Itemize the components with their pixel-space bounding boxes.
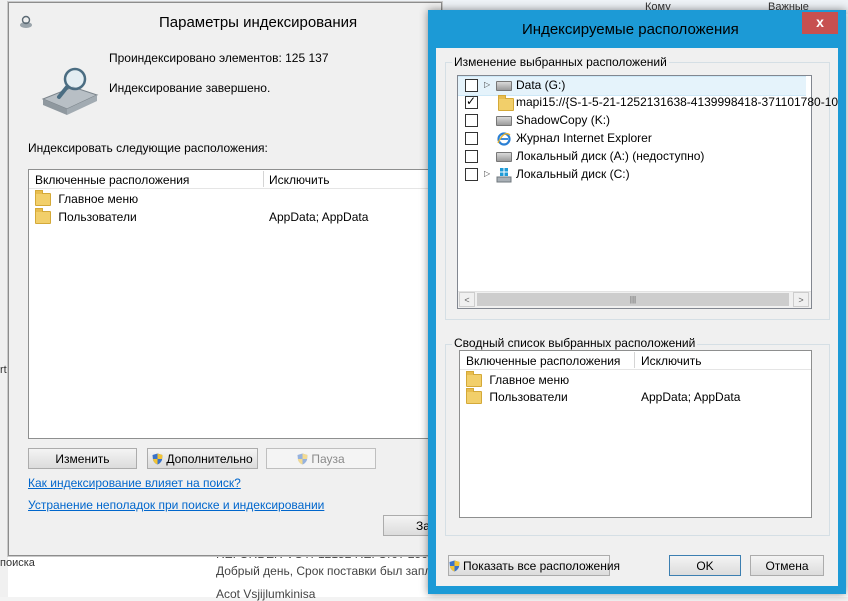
advanced-button-label: Дополнительно <box>166 452 253 466</box>
location-exclude: AppData; AppData <box>269 210 369 224</box>
expand-arrow-icon[interactable]: ▷ <box>484 80 490 89</box>
ok-button-label: OK <box>696 559 714 573</box>
tree-item-shadowcopy[interactable]: ShadowCopy (K:) <box>458 112 806 130</box>
tree-item-data-g[interactable]: ▷ Data (G:) <box>458 76 806 96</box>
modify-button[interactable]: Изменить <box>28 448 137 469</box>
location-checkbox-checked[interactable] <box>465 94 478 109</box>
location-checkbox[interactable] <box>465 79 478 92</box>
location-exclude: AppData; AppData <box>641 390 741 404</box>
indexing-app-icon <box>20 15 32 28</box>
summary-group-label: Сводный список выбранных расположений <box>452 336 698 350</box>
indexing-options-window: Параметры индексирования Проиндексирован… <box>8 2 443 556</box>
locations-tree[interactable]: ▷ Data (G:) mapi15://{S-1-5-21-125213163… <box>457 75 838 309</box>
indexed-count: Проиндексировано элементов: 125 137 <box>109 51 329 65</box>
location-name: Пользователи <box>58 210 137 224</box>
close-icon: x <box>816 14 824 30</box>
cancel-button[interactable]: Отмена <box>750 555 824 576</box>
location-name: Главное меню <box>58 192 139 206</box>
cancel-button-label: Отмена <box>765 559 809 573</box>
tree-item-label: Журнал Internet Explorer <box>516 131 652 145</box>
show-all-locations-button[interactable]: Показать все расположения <box>448 555 620 576</box>
indexing-status: Индексирование завершено. <box>109 81 271 95</box>
change-locations-label: Изменение выбранных расположений <box>452 55 669 69</box>
background-mail-line: Acot Vsjijlumkinisa <box>216 587 316 601</box>
drive-icon <box>496 81 512 91</box>
drive-icon <box>496 152 512 162</box>
list-item[interactable]: Пользователи AppData; AppData <box>466 388 806 405</box>
location-checkbox[interactable] <box>465 114 478 127</box>
pause-button[interactable]: Пауза <box>266 448 376 469</box>
dialog-title-bar[interactable]: Индексируемые расположения x <box>428 10 846 48</box>
list-header: Включенные расположения Исключить <box>29 170 439 189</box>
list-item[interactable]: Пользователи AppData; AppData <box>35 208 435 225</box>
tree-item-label: Локальный диск (C:) <box>516 167 630 181</box>
windows-drive-icon <box>496 168 512 183</box>
uac-shield-icon <box>449 560 460 572</box>
background-left-pane <box>0 0 8 597</box>
drive-icon <box>496 116 512 126</box>
folder-icon <box>35 208 51 225</box>
background-search-fragment: поиска <box>0 557 35 569</box>
tree-item-label: Локальный диск (A:) (недоступно) <box>516 149 705 163</box>
tree-item-mapi[interactable]: mapi15://{S-1-5-21-1252131638-4139998418… <box>458 94 838 112</box>
background-left-fragment: rt <box>0 364 7 376</box>
column-header-exclude[interactable]: Исключить <box>269 173 329 187</box>
location-name: Пользователи <box>489 390 568 404</box>
indexed-locations-list[interactable]: Включенные расположения Исключить Главно… <box>28 169 440 439</box>
tree-item-label: Data (G:) <box>516 78 566 92</box>
location-checkbox[interactable] <box>465 168 478 181</box>
pause-button-label: Пауза <box>311 452 345 466</box>
tree-item-ie-history[interactable]: Журнал Internet Explorer <box>458 130 806 148</box>
dialog-close-button[interactable]: x <box>802 12 838 34</box>
ok-button[interactable]: OK <box>669 555 741 576</box>
expand-arrow-icon[interactable]: ▷ <box>484 169 490 178</box>
show-all-label: Показать все расположения <box>463 559 621 573</box>
folder-icon <box>466 371 482 388</box>
scroll-left-icon[interactable]: < <box>459 292 475 307</box>
folder-icon <box>498 95 514 111</box>
scroll-right-icon[interactable]: > <box>793 292 809 307</box>
tree-item-drive-a[interactable]: Локальный диск (A:) (недоступно) <box>458 148 806 166</box>
modify-button-label: Изменить <box>55 452 110 466</box>
folder-icon <box>35 190 51 207</box>
window-title-bar[interactable]: Параметры индексирования <box>9 3 441 39</box>
advanced-button[interactable]: Дополнительно <box>147 448 258 469</box>
location-name: Главное меню <box>489 373 570 387</box>
summary-list-header: Включенные расположения Исключить <box>460 351 811 370</box>
dialog-title: Индексируемые расположения <box>522 21 739 38</box>
tree-item-label: ShadowCopy (K:) <box>516 113 611 127</box>
indexing-drive-icon <box>41 67 99 115</box>
ie-icon <box>497 132 511 146</box>
troubleshoot-link[interactable]: Устранение неполадок при поиске и индекс… <box>28 498 324 512</box>
index-locations-label: Индексировать следующие расположения: <box>28 141 268 155</box>
location-checkbox[interactable] <box>465 132 478 145</box>
location-checkbox[interactable] <box>465 150 478 163</box>
list-item[interactable]: Главное меню <box>466 371 570 388</box>
tree-item-drive-c[interactable]: ▷ Локальный диск (C:) <box>458 166 806 184</box>
window-title: Параметры индексирования <box>159 14 358 31</box>
scroll-thumb[interactable]: ||| <box>477 293 789 306</box>
uac-shield-icon <box>152 453 163 465</box>
list-item[interactable]: Главное меню <box>35 190 139 207</box>
background-mail-line: Добрый день, Срок поставки был запла <box>216 564 439 578</box>
summary-list[interactable]: Включенные расположения Исключить Главно… <box>459 350 812 518</box>
how-indexing-affects-link[interactable]: Как индексирование влияет на поиск? <box>28 476 241 490</box>
horizontal-scrollbar[interactable]: < ||| > <box>458 291 811 308</box>
column-header-included[interactable]: Включенные расположения <box>466 354 620 368</box>
column-header-included[interactable]: Включенные расположения <box>35 173 189 187</box>
column-header-exclude[interactable]: Исключить <box>641 354 701 368</box>
dialog-body: Изменение выбранных расположений ▷ Data … <box>436 48 838 586</box>
folder-icon <box>466 388 482 405</box>
uac-shield-icon <box>297 453 308 465</box>
indexed-locations-dialog: Индексируемые расположения x Изменение в… <box>428 10 846 594</box>
tree-item-label: mapi15://{S-1-5-21-1252131638-4139998418… <box>516 95 839 109</box>
